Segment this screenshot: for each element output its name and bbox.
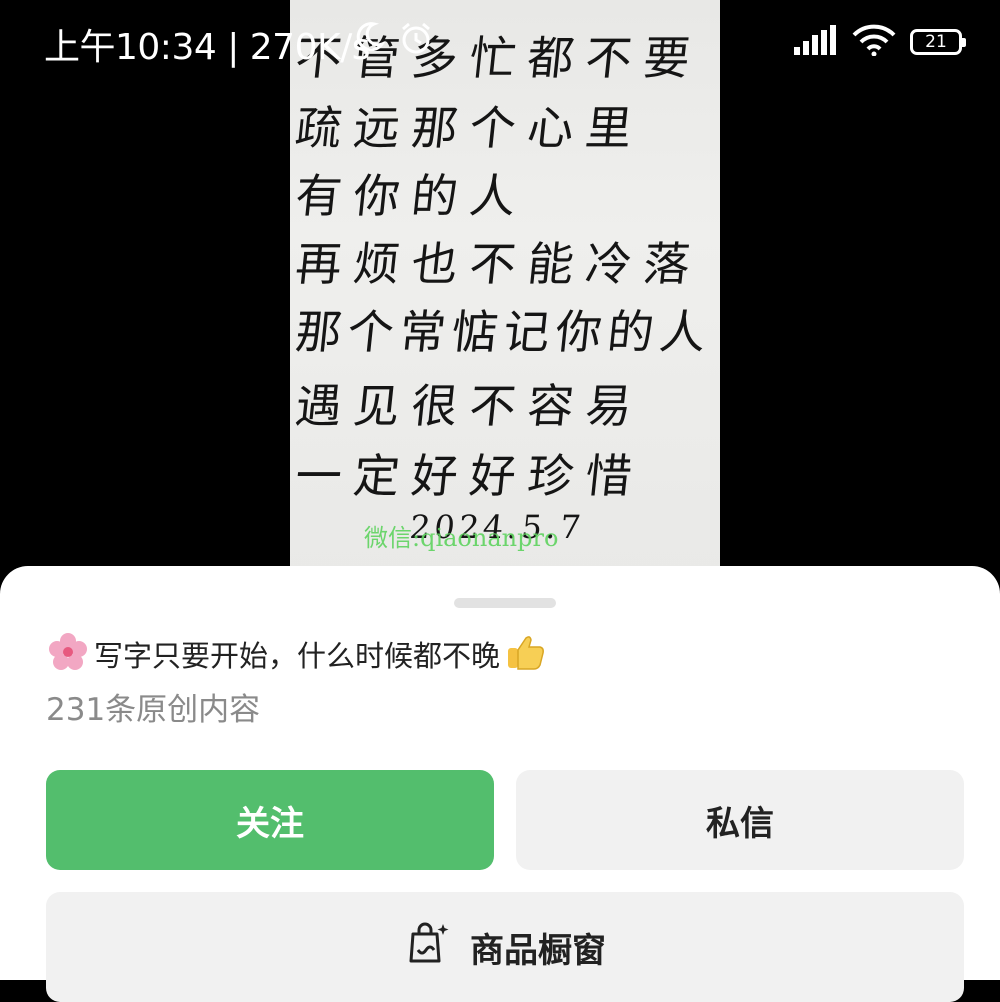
handwriting-line: 一定好好珍惜 xyxy=(292,449,647,503)
message-button[interactable]: 私信 xyxy=(516,770,964,870)
follow-button-label: 关注 xyxy=(236,803,304,844)
signal-icon xyxy=(792,25,838,59)
profile-bio: 写字只要开始，什么时候都不晚 xyxy=(46,630,546,678)
sheet-drag-handle[interactable] xyxy=(454,598,556,608)
handwriting-line: 疏远那个心里 xyxy=(292,101,647,155)
wifi-icon xyxy=(852,24,896,60)
handwriting-line: 有你的人 xyxy=(292,169,531,223)
handwriting-line: 再烦也不能冷落 xyxy=(292,237,705,291)
thumbs-up-emoji-icon xyxy=(504,632,546,676)
status-bar: 上午10:34 | 270K/s 21 xyxy=(0,0,1000,84)
message-button-label: 私信 xyxy=(706,803,774,844)
product-showcase-label: 商品橱窗 xyxy=(470,930,606,971)
status-left-icons xyxy=(352,20,434,60)
product-showcase-button[interactable]: 商品橱窗 xyxy=(46,892,964,1002)
follow-button[interactable]: 关注 xyxy=(46,770,494,870)
original-content-count: 231条原创内容 xyxy=(46,692,261,728)
video-player[interactable]: 不管多忙都不要 疏远那个心里 有你的人 再烦也不能冷落 那个常惦记你的人 遇见很… xyxy=(0,0,1000,580)
handwriting-paper: 不管多忙都不要 疏远那个心里 有你的人 再烦也不能冷落 那个常惦记你的人 遇见很… xyxy=(290,0,720,580)
battery-icon: 21 xyxy=(910,29,966,55)
profile-sheet: 写字只要开始，什么时候都不晚 231条原创内容 关注 私信 商品橱窗 xyxy=(0,566,1000,1002)
handwriting-line: 那个常惦记你的人 xyxy=(292,305,715,359)
moon-icon xyxy=(352,20,387,60)
status-time: 上午10:34 | 270K/s xyxy=(44,27,370,68)
bio-text: 写字只要开始，什么时候都不晚 xyxy=(94,639,501,673)
shopping-bag-icon xyxy=(404,920,450,975)
status-right-icons: 21 xyxy=(792,24,966,60)
handwriting-line: 遇见很不容易 xyxy=(292,379,647,433)
alarm-icon xyxy=(398,20,434,60)
watermark-text: 微信:qiaonanpro xyxy=(364,524,559,552)
flower-emoji-icon xyxy=(46,630,90,678)
